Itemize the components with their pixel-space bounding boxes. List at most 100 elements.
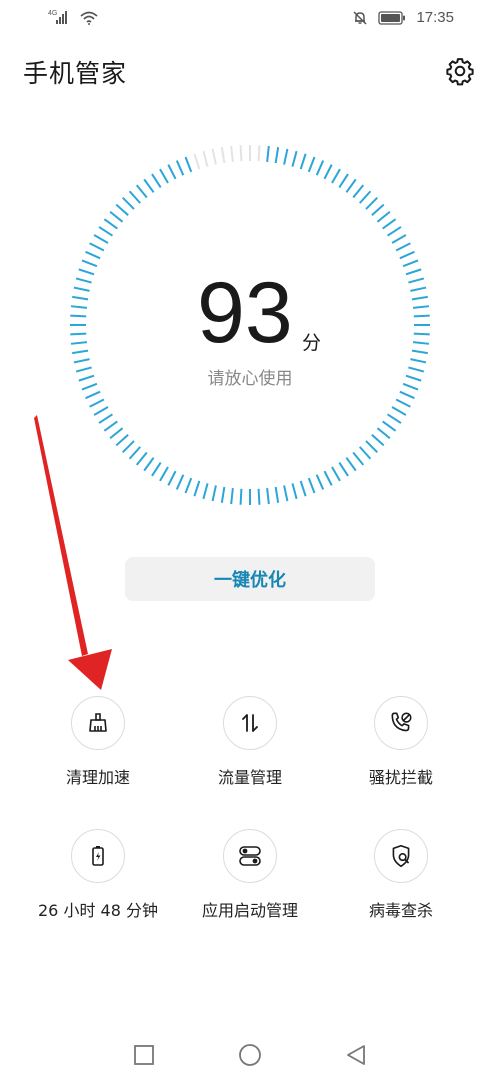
- gauge-tick-active: [323, 470, 333, 486]
- gauge-tick-active: [376, 210, 391, 223]
- gauge-tick-active: [98, 226, 114, 237]
- tool-icon-circle: [223, 829, 277, 883]
- gauge-tick-active: [365, 440, 378, 453]
- gauge-tick-active: [266, 145, 270, 163]
- gauge-tick-inactive: [202, 150, 209, 167]
- gauge-tick-active: [159, 168, 169, 184]
- gauge-tick-active: [85, 250, 101, 260]
- gauge-tick-active: [135, 451, 148, 466]
- gauge-tick-active: [70, 314, 87, 318]
- tool-icon-circle: [374, 829, 428, 883]
- gauge-tick-active: [115, 203, 129, 217]
- settings-button[interactable]: [442, 53, 478, 89]
- gauge-tick-active: [175, 474, 185, 490]
- gauge-tick-active: [410, 358, 427, 364]
- back-button[interactable]: [343, 1042, 369, 1068]
- gauge-tick-active: [143, 178, 155, 193]
- gauge-tick-active: [399, 390, 415, 400]
- gauge-tick-active: [338, 461, 349, 477]
- gauge-tick-active: [266, 487, 270, 505]
- gauge-tick-active: [371, 433, 385, 447]
- gauge-tick-active: [345, 178, 357, 193]
- gauge-tick-active: [382, 420, 397, 432]
- gauge-tick-active: [408, 277, 425, 284]
- gauge-tick-inactive: [257, 145, 261, 162]
- gauge-tick-active: [122, 197, 135, 210]
- gauge-tick-active: [386, 226, 402, 237]
- score-value: 93: [197, 265, 293, 361]
- tool-app-launch[interactable]: 应用启动管理: [170, 829, 330, 921]
- gauge-tick-active: [135, 184, 148, 199]
- gauge-tick-active: [167, 164, 177, 180]
- tool-icon-circle: [374, 696, 428, 750]
- gauge-tick-inactive: [211, 148, 217, 165]
- page-title: 手机管家: [23, 59, 128, 88]
- gauge-tick-active: [331, 466, 341, 482]
- gauge-tick-inactive: [230, 145, 234, 163]
- arrow-head: [68, 649, 112, 690]
- svg-text:4G: 4G: [48, 10, 57, 17]
- gauge-tick-active: [220, 486, 226, 503]
- gauge-tick-active: [345, 457, 357, 472]
- mute-bell-icon: [353, 10, 367, 25]
- gauge-tick-active: [257, 488, 261, 505]
- gauge-tick-active: [98, 413, 114, 424]
- tool-harassment-block[interactable]: 骚扰拦截: [321, 696, 481, 788]
- gauge-tick-active: [395, 242, 411, 252]
- data-transfer-icon: [242, 714, 258, 732]
- score-status: 请放心使用: [207, 369, 293, 389]
- gauge-tick-active: [411, 349, 428, 355]
- gauge-tick-active: [211, 485, 217, 502]
- optimize-button[interactable]: 一键优化: [125, 557, 375, 601]
- phone-block-icon: [391, 712, 412, 732]
- toggle-switches-icon: [239, 846, 261, 866]
- gauge-tick-active: [70, 332, 87, 336]
- tool-label: 病毒查杀: [368, 901, 433, 920]
- tool-label: 流量管理: [217, 768, 282, 787]
- gauge-tick-active: [128, 446, 142, 460]
- gauge-tick-active: [115, 433, 129, 447]
- tool-battery[interactable]: 26 小时 48 分钟: [18, 829, 178, 921]
- tool-cleanup[interactable]: 清理加速: [18, 696, 178, 788]
- gauge-tick-active: [202, 483, 209, 500]
- tool-icon-circle: [71, 696, 125, 750]
- tool-label: 应用启动管理: [201, 901, 298, 920]
- gauge-tick-active: [365, 197, 378, 210]
- shield-search-icon: [392, 844, 410, 868]
- back-icon: [347, 1045, 365, 1065]
- tool-data-usage[interactable]: 流量管理: [170, 696, 330, 788]
- home-button[interactable]: [237, 1042, 263, 1068]
- status-bar: 4G 17:35: [0, 0, 500, 40]
- gauge-tick-active: [307, 156, 316, 173]
- gauge-tick-active: [358, 446, 372, 460]
- gauge-tick-active: [299, 153, 307, 170]
- battery-icon: [378, 10, 406, 25]
- tool-label: 清理加速: [65, 768, 130, 787]
- gauge-tick-active: [376, 427, 391, 440]
- broom-icon: [89, 713, 107, 732]
- gauge-tick-active: [274, 147, 280, 164]
- gauge-tick-active: [299, 480, 307, 497]
- home-icon: [239, 1044, 261, 1066]
- gauge-tick-active: [323, 164, 333, 180]
- gauge-tick-active: [412, 341, 430, 345]
- recent-apps-icon: [134, 1045, 154, 1065]
- gauge-tick-active: [358, 190, 372, 204]
- gauge-tick-active: [291, 483, 298, 500]
- gauge-tick-active: [184, 156, 193, 173]
- gauge-tick-active: [391, 234, 407, 244]
- gauge-tick-active: [283, 148, 289, 165]
- gauge-tick-inactive: [193, 153, 201, 170]
- gauge-tick-active: [274, 486, 280, 503]
- gauge-tick-active: [391, 406, 407, 416]
- gauge-tick-active: [352, 184, 365, 199]
- tool-virus-scan[interactable]: 病毒查杀: [321, 829, 481, 921]
- gauge-tick-active: [411, 295, 428, 301]
- gauge-tick-active: [413, 314, 430, 318]
- gauge-tick-inactive: [239, 145, 243, 162]
- gauge-tick-active: [81, 259, 98, 268]
- gauge-tick-active: [331, 168, 341, 184]
- gauge-tick-active: [93, 234, 109, 244]
- recent-apps-button[interactable]: [131, 1042, 157, 1068]
- gauge-tick-active: [73, 286, 90, 292]
